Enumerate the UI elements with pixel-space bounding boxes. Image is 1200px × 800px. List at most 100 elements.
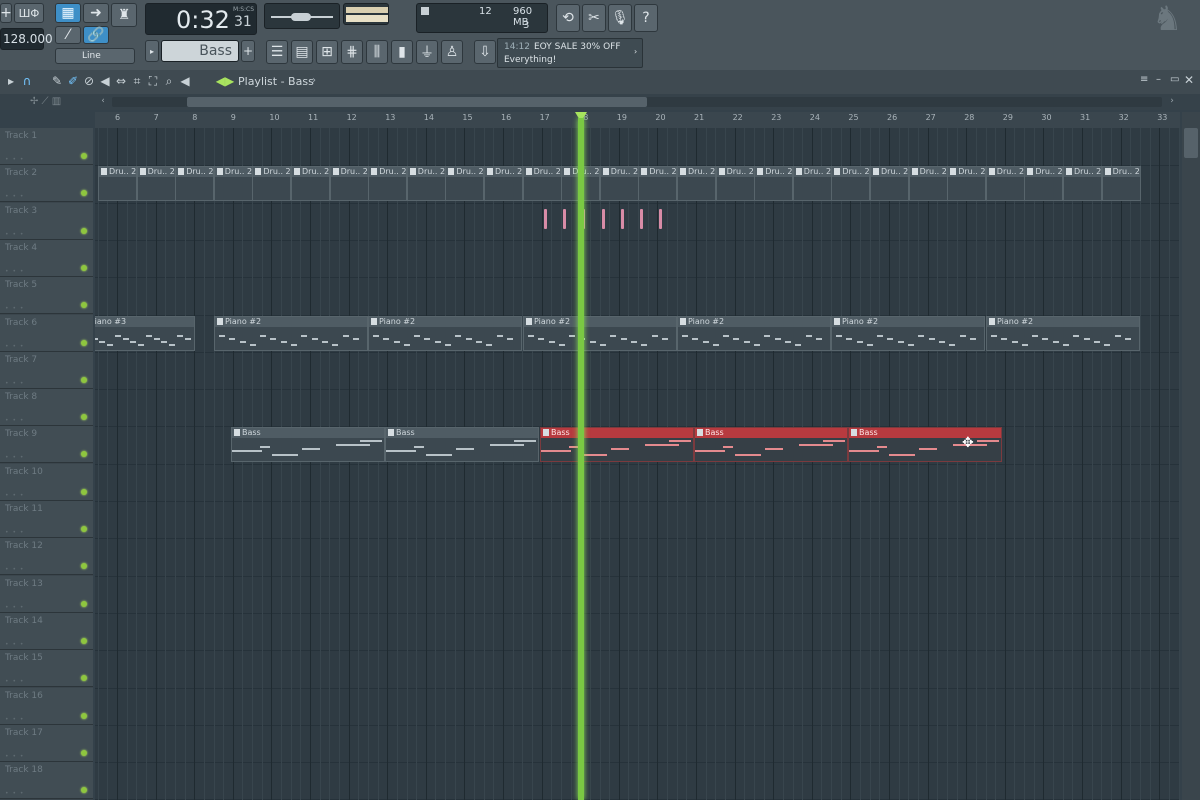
clip-menu-icon[interactable] — [989, 318, 995, 325]
time-display[interactable]: 0:32 31 M:S:CS — [145, 3, 257, 35]
clip-menu-icon[interactable] — [525, 168, 532, 175]
menu-icon[interactable]: ≡ — [1140, 74, 1148, 85]
help-icon[interactable]: ? — [634, 4, 658, 32]
clip-menu-icon[interactable] — [680, 318, 686, 325]
pattern-clip[interactable]: Bass — [385, 427, 539, 462]
playlist-icon[interactable]: ☰ — [266, 40, 288, 64]
horizontal-scroll-thumb[interactable] — [187, 97, 647, 107]
scroll-right-icon[interactable]: › — [1166, 96, 1178, 108]
track-header[interactable]: Track 14 • • • — [0, 612, 93, 650]
vertical-scrollbar[interactable] — [1182, 112, 1200, 800]
link-icon[interactable]: 🔗 — [83, 26, 109, 44]
clip-menu-icon[interactable] — [371, 318, 377, 325]
track-header[interactable]: Track 17 • • • — [0, 724, 93, 762]
track-enable-led[interactable] — [81, 264, 87, 271]
scroll-left-icon[interactable]: ‹ — [97, 96, 109, 108]
pattern-clip[interactable]: Bass — [231, 427, 385, 462]
browser-icon[interactable]: ⋕ — [341, 40, 363, 64]
pattern-clip[interactable]: Dru.. 2 — [522, 166, 562, 201]
track-enable-led[interactable] — [81, 227, 87, 234]
pencil-icon[interactable]: ✎ — [50, 74, 64, 88]
clip-menu-icon[interactable] — [873, 168, 879, 175]
clip-menu-icon[interactable] — [234, 429, 240, 436]
next-icon[interactable]: ➜ — [83, 3, 109, 23]
snap-select[interactable]: Line — [55, 48, 135, 64]
clip-menu-icon[interactable] — [757, 168, 764, 175]
clip-menu-icon[interactable] — [101, 168, 107, 175]
clip-menu-icon[interactable] — [526, 318, 532, 325]
metronome-icon[interactable]: ♜ — [111, 3, 137, 27]
track-enable-led[interactable] — [81, 526, 87, 532]
pattern-clip[interactable]: Dru.. 2 — [985, 166, 1025, 201]
track-header[interactable]: Track 18 • • • — [0, 762, 93, 800]
draw-tool-icon[interactable]: ⁄ — [55, 26, 81, 44]
pattern-clip[interactable]: Dru.. 2 — [831, 166, 871, 201]
drum-hit[interactable] — [621, 209, 624, 229]
pattern-clip[interactable]: Dru.. 2 — [754, 166, 794, 201]
clip-menu-icon[interactable] — [294, 168, 300, 175]
clip-menu-icon[interactable] — [448, 168, 455, 175]
clip-menu-icon[interactable] — [255, 168, 262, 175]
clip-menu-icon[interactable] — [988, 168, 995, 175]
clip-menu-icon[interactable] — [216, 168, 223, 175]
zoom-icon[interactable]: ⌕ — [162, 74, 176, 88]
clip-menu-icon[interactable] — [834, 318, 840, 325]
track-enable-led[interactable] — [81, 600, 87, 607]
clip-menu-icon[interactable] — [718, 168, 725, 175]
cut-icon[interactable]: ✂ — [582, 4, 606, 32]
pattern-clip[interactable]: Dru.. 2 — [98, 166, 137, 201]
playlist-grid[interactable]: Dru.. 2 Dru.. 2 Dru.. 2 Dru.. 2 Dru.. 2 Dru..… — [95, 128, 1180, 800]
pattern-clip[interactable]: Dru.. 2 — [445, 166, 485, 201]
track-enable-led[interactable] — [81, 414, 87, 421]
track-enable-led[interactable] — [81, 787, 87, 794]
track-enable-led[interactable] — [81, 339, 87, 346]
clip-menu-icon[interactable] — [834, 168, 841, 175]
pattern-clip[interactable]: Dru.. 2 — [908, 166, 948, 201]
track-header[interactable]: Track 7 • • • — [0, 351, 93, 389]
play-icon[interactable]: ◀▶ — [216, 74, 234, 88]
pattern-song-toggle[interactable]: ШՓ — [14, 3, 44, 23]
pattern-clip[interactable]: Bass — [694, 427, 848, 462]
clip-menu-icon[interactable] — [1027, 168, 1034, 175]
track-header[interactable]: Track 16 • • • — [0, 687, 93, 725]
delete-icon[interactable]: ⊘ — [82, 74, 96, 88]
paint-icon[interactable]: ✐ — [66, 74, 80, 88]
pattern-clip[interactable]: Piano #2 — [831, 316, 985, 351]
track-enable-led[interactable] — [81, 376, 87, 383]
track-header[interactable]: Track 1 • • • — [0, 128, 93, 165]
pattern-clip[interactable]: Dru.. 2 — [677, 166, 716, 201]
pattern-clip[interactable]: Dru.. 2 — [136, 166, 176, 201]
track-header[interactable]: Track 8 • • • — [0, 389, 93, 427]
magnet-icon[interactable]: ∩ — [20, 74, 34, 88]
overview-tools-icon[interactable]: ✢ ⟋ ▥ — [30, 96, 61, 107]
add-icon[interactable]: + — [0, 3, 12, 23]
track-header[interactable]: Track 5 • • • — [0, 277, 93, 315]
pattern-clip[interactable]: Dru.. 2 — [638, 166, 678, 201]
pattern-clip[interactable]: Piano #3 — [95, 316, 195, 351]
pattern-clip[interactable]: Bass — [540, 427, 694, 462]
track-enable-led[interactable] — [81, 675, 87, 682]
pattern-clip[interactable]: Piano #2 — [368, 316, 522, 351]
horizontal-scrollbar[interactable] — [112, 97, 1162, 107]
pattern-clip[interactable]: Dru.. 2 — [484, 166, 523, 201]
drum-hit[interactable] — [544, 209, 547, 229]
track-enable-led[interactable] — [81, 637, 87, 644]
drum-hit[interactable] — [659, 209, 662, 229]
clip-menu-icon[interactable] — [543, 429, 549, 436]
touch-controller-icon[interactable]: ♙ — [441, 40, 463, 64]
clip-menu-icon[interactable] — [1066, 168, 1072, 175]
pattern-clip[interactable]: Dru.. 2 — [406, 166, 446, 201]
pattern-clip[interactable]: Dru.. 2 — [1063, 166, 1102, 201]
timeline-ruler[interactable] — [95, 112, 1180, 129]
clip-menu-icon[interactable] — [697, 429, 703, 436]
playback-icon[interactable]: ◀ — [178, 74, 192, 88]
vertical-scroll-thumb[interactable] — [1184, 128, 1198, 158]
track-header[interactable]: Track 3 • • • — [0, 202, 93, 240]
clip-menu-icon[interactable] — [602, 168, 609, 175]
clip-menu-icon[interactable] — [795, 168, 802, 175]
track-enable-led[interactable] — [81, 451, 87, 458]
track-header[interactable]: Track 12 • • • — [0, 538, 93, 576]
clip-menu-icon[interactable] — [371, 168, 378, 175]
track-header[interactable]: Track 11 • • • — [0, 501, 93, 538]
pattern-clip[interactable]: Dru.. 2 — [870, 166, 909, 201]
